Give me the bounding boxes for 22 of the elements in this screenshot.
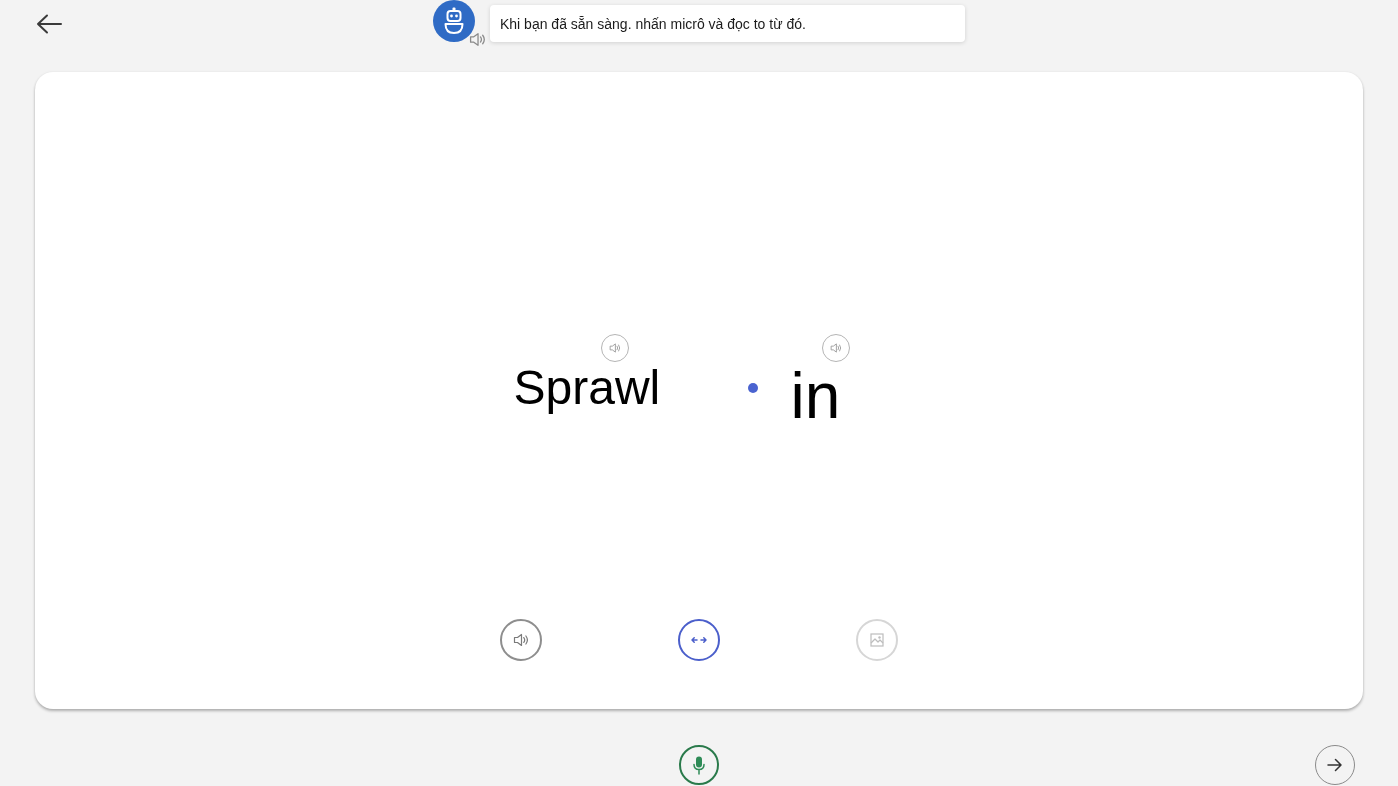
speaker-button[interactable] xyxy=(500,619,542,661)
word-text: in xyxy=(790,364,841,428)
microphone-button[interactable] xyxy=(679,745,719,785)
speaker-icon xyxy=(608,342,621,354)
swap-button[interactable] xyxy=(678,619,720,661)
speaker-icon xyxy=(469,31,486,48)
speaker-button[interactable] xyxy=(821,334,850,362)
speaker-icon xyxy=(513,632,529,648)
back-button[interactable] xyxy=(36,14,62,34)
dot-icon xyxy=(748,383,758,393)
swap-arrows-icon xyxy=(691,636,707,644)
next-button[interactable] xyxy=(1315,745,1355,785)
microphone-icon xyxy=(693,755,705,775)
speaker-icon xyxy=(829,342,842,354)
robot-avatar-icon xyxy=(433,0,475,42)
arrow-left-icon xyxy=(36,14,62,34)
speaker-button[interactable] xyxy=(600,334,629,362)
word-text: Sprawl xyxy=(513,364,661,412)
arrow-right-icon xyxy=(1327,758,1343,772)
speaker-button[interactable] xyxy=(469,31,486,48)
image-icon xyxy=(870,633,884,647)
assistant-message: Khi bạn đã sẵn sàng. nhấn micrô và đọc to từ đó. xyxy=(490,5,965,42)
